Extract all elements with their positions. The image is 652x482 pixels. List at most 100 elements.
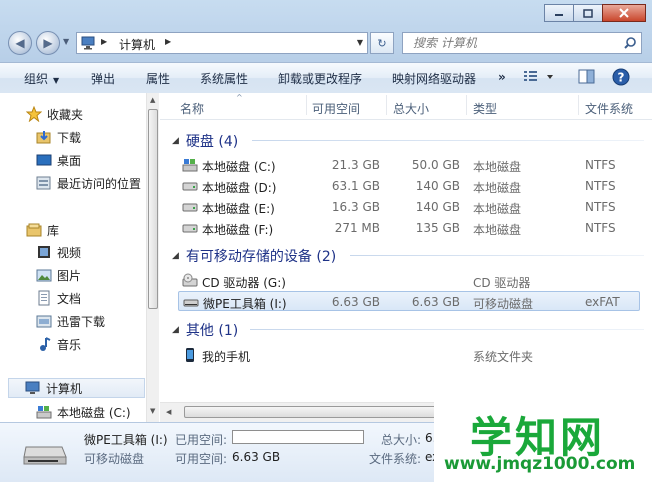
device-name: 我的手机: [202, 350, 251, 364]
column-separator[interactable]: [466, 95, 467, 115]
more-commands-button[interactable]: »: [498, 70, 506, 84]
drive-row-e[interactable]: 本地磁盘 (E:) 16.3 GB 140 GB 本地磁盘 NTFS: [178, 197, 640, 217]
column-separator[interactable]: [578, 95, 579, 115]
collapse-triangle-icon[interactable]: ◢: [172, 136, 179, 146]
breadcrumb-separator-icon[interactable]: ▶: [101, 37, 107, 46]
minimize-button[interactable]: [544, 4, 574, 22]
breadcrumb-computer[interactable]: 计算机: [119, 36, 155, 53]
sort-indicator-icon: ^: [236, 93, 243, 102]
drive-type: 本地磁盘: [473, 160, 522, 174]
search-box[interactable]: [402, 32, 642, 54]
details-free-label: 可用空间:: [175, 452, 228, 466]
properties-button[interactable]: 属性: [146, 70, 170, 87]
nav-documents[interactable]: 文档: [36, 288, 81, 308]
drive-total-size: 140 GB: [415, 200, 460, 214]
downloads-folder-icon: [36, 131, 51, 144]
organize-button[interactable]: 组织 ▼: [24, 70, 59, 87]
drive-row-f[interactable]: 本地磁盘 (F:) 271 MB 135 GB 本地磁盘 NTFS: [178, 218, 640, 238]
search-input[interactable]: [411, 35, 615, 51]
group-other[interactable]: ◢ 其他 (1): [172, 320, 238, 340]
view-list-icon: [524, 71, 537, 81]
navigation-pane-scrollbar[interactable]: ▲ ▼: [146, 93, 159, 422]
nav-favorites[interactable]: 收藏夹: [26, 104, 83, 124]
eject-button[interactable]: 弹出: [91, 70, 115, 87]
nav-computer[interactable]: 计算机: [8, 378, 145, 398]
device-type: 系统文件夹: [473, 350, 534, 364]
nav-libraries[interactable]: 库: [26, 220, 59, 240]
explorer-window: ◀ ▶ ▼ ▶ 计算机 ▶ ▼ ↻ 组织 ▼ 弹出 属性 系统属性 卸载或更改程序…: [0, 0, 652, 482]
drive-type: 本地磁盘: [473, 181, 522, 195]
nav-local-disk-c[interactable]: 本地磁盘 (C:): [36, 402, 131, 422]
group-hard-disks[interactable]: ◢ 硬盘 (4): [172, 131, 238, 151]
library-icon: [26, 223, 42, 237]
drive-row-g[interactable]: CD 驱动器 (G:) CD 驱动器: [178, 271, 640, 291]
column-separator[interactable]: [386, 95, 387, 115]
drive-total-size: 135 GB: [415, 221, 460, 235]
drive-type: 可移动磁盘: [473, 297, 534, 311]
address-dropdown-icon[interactable]: ▼: [357, 38, 363, 47]
drive-name: CD 驱动器 (G:): [202, 276, 286, 290]
maximize-icon: [583, 8, 593, 18]
drive-name: 本地磁盘 (C:): [202, 160, 276, 174]
nav-thunder-downloads[interactable]: 迅雷下载: [36, 311, 105, 331]
forward-button[interactable]: ▶: [36, 31, 60, 55]
music-note-icon: [40, 337, 51, 351]
address-bar[interactable]: ▶ 计算机 ▶ ▼: [76, 32, 368, 54]
window-controls: [544, 4, 646, 22]
refresh-button[interactable]: ↻: [370, 32, 394, 54]
chevron-down-icon: [547, 75, 553, 79]
nav-music[interactable]: 音乐: [36, 334, 81, 354]
drive-row-i[interactable]: 微PE工具箱 (I:) 6.63 GB 6.63 GB 可移动磁盘 exFAT: [178, 291, 640, 311]
command-bar: 组织 ▼ 弹出 属性 系统属性 卸载或更改程序 映射网络驱动器 » ?: [0, 62, 652, 94]
nav-desktop[interactable]: 桌面: [36, 150, 81, 170]
documents-library-icon: [38, 290, 50, 306]
nav-pictures[interactable]: 图片: [36, 265, 81, 285]
preview-pane-button[interactable]: [578, 69, 596, 85]
collapse-triangle-icon[interactable]: ◢: [172, 325, 179, 335]
column-total-size[interactable]: 总大小: [393, 100, 429, 117]
breadcrumb-separator-icon[interactable]: ▶: [165, 37, 171, 46]
scrollbar-thumb[interactable]: [184, 406, 454, 418]
back-button[interactable]: ◀: [8, 31, 32, 55]
drive-row-c[interactable]: 本地磁盘 (C:) 21.3 GB 50.0 GB 本地磁盘 NTFS: [178, 155, 640, 175]
maximize-button[interactable]: [573, 4, 603, 22]
column-free-space[interactable]: 可用空间: [312, 100, 360, 117]
drive-name: 本地磁盘 (E:): [202, 202, 275, 216]
nav-downloads[interactable]: 下载: [36, 127, 81, 147]
group-divider: [250, 329, 644, 330]
video-library-icon: [38, 246, 50, 258]
view-options-button[interactable]: [523, 69, 553, 85]
column-name[interactable]: 名称: [180, 100, 204, 117]
drive-row-d[interactable]: 本地磁盘 (D:) 63.1 GB 140 GB 本地磁盘 NTFS: [178, 176, 640, 196]
device-row-phone[interactable]: 我的手机 系统文件夹: [178, 345, 640, 365]
help-button[interactable]: ?: [612, 68, 630, 86]
hard-drive-icon: [182, 182, 198, 191]
scroll-up-icon[interactable]: ▲: [150, 96, 155, 104]
drive-file-system: NTFS: [585, 221, 616, 235]
collapse-triangle-icon[interactable]: ◢: [172, 251, 179, 261]
column-type[interactable]: 类型: [473, 100, 497, 117]
system-properties-button[interactable]: 系统属性: [200, 70, 248, 87]
close-button[interactable]: [602, 4, 646, 22]
preview-pane-icon: [578, 69, 595, 84]
uninstall-program-button[interactable]: 卸载或更改程序: [278, 70, 362, 87]
refresh-icon: ↻: [377, 36, 387, 50]
group-removable-storage[interactable]: ◢ 有可移动存储的设备 (2): [172, 246, 336, 266]
scroll-down-icon[interactable]: ▼: [150, 407, 155, 415]
group-removable-storage-title: 有可移动存储的设备 (2): [185, 249, 337, 265]
map-network-drive-button[interactable]: 映射网络驱动器: [392, 70, 476, 87]
group-other-title: 其他 (1): [185, 323, 239, 339]
recent-pages-dropdown[interactable]: ▼: [63, 37, 69, 46]
scrollbar-thumb[interactable]: [148, 109, 158, 309]
search-icon[interactable]: [623, 36, 637, 50]
drive-free-space: 63.1 GB: [331, 179, 380, 193]
drive-name: 本地磁盘 (F:): [202, 223, 274, 237]
scroll-left-icon[interactable]: ◀: [166, 408, 171, 416]
nav-videos[interactable]: 视频: [36, 242, 81, 262]
column-separator[interactable]: [306, 95, 307, 115]
nav-downloads-label: 下载: [57, 130, 82, 145]
nav-recent-places[interactable]: 最近访问的位置: [36, 173, 141, 193]
system-drive-icon: [182, 159, 198, 172]
column-file-system[interactable]: 文件系统: [585, 100, 633, 117]
svg-text:?: ?: [618, 71, 625, 85]
